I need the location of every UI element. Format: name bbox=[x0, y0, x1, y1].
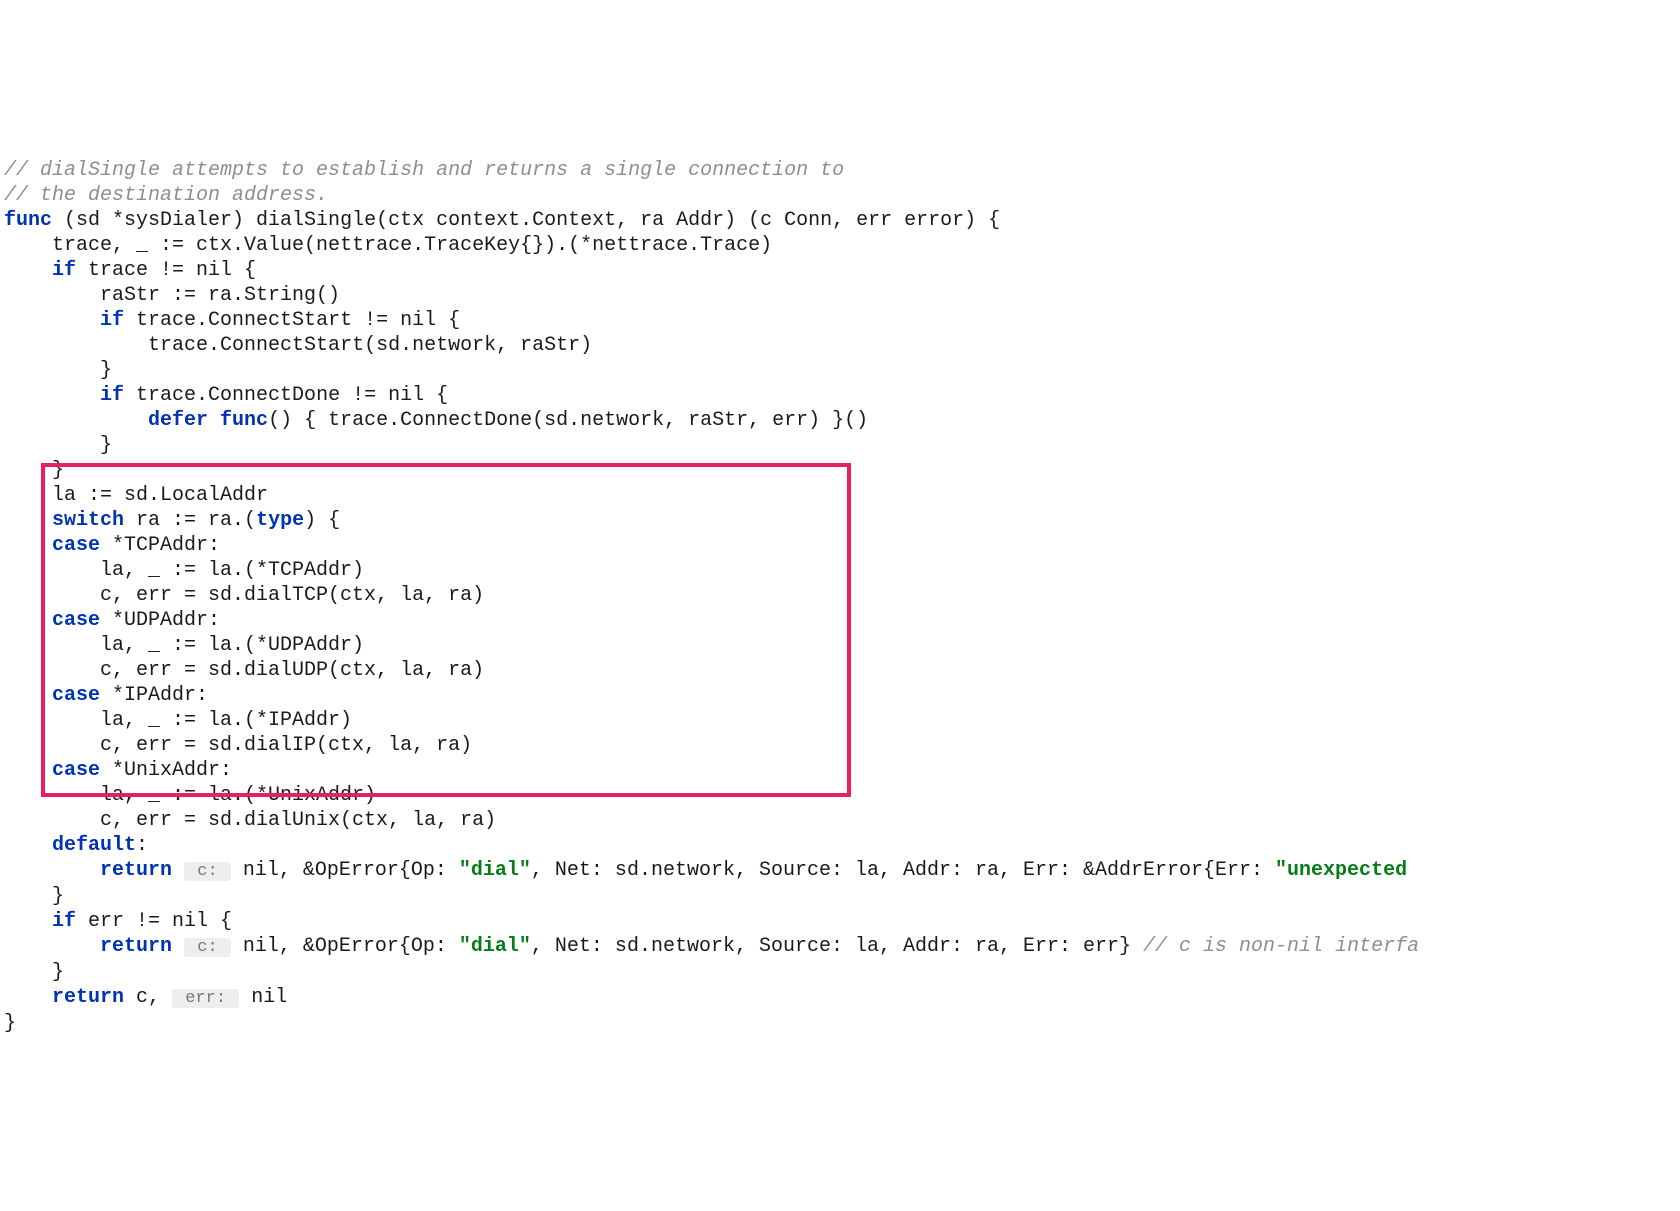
code-line: } bbox=[0, 960, 1680, 985]
code-line: case *UnixAddr: bbox=[0, 758, 1680, 783]
code-line: case *TCPAddr: bbox=[0, 533, 1680, 558]
code-line: c, err = sd.dialIP(ctx, la, ra) bbox=[0, 733, 1680, 758]
code-editor[interactable]: // dialSingle attempts to establish and … bbox=[0, 108, 1680, 1086]
code-line: if trace.ConnectStart != nil { bbox=[0, 308, 1680, 333]
code-line: } bbox=[0, 884, 1680, 909]
code-line: if trace.ConnectDone != nil { bbox=[0, 383, 1680, 408]
code-line: la := sd.LocalAddr bbox=[0, 483, 1680, 508]
code-line: case *IPAddr: bbox=[0, 683, 1680, 708]
code-line: // the destination address. bbox=[0, 183, 1680, 208]
code-line: } bbox=[0, 433, 1680, 458]
code-line: c, err = sd.dialUDP(ctx, la, ra) bbox=[0, 658, 1680, 683]
code-line: raStr := ra.String() bbox=[0, 283, 1680, 308]
code-line: case *UDPAddr: bbox=[0, 608, 1680, 633]
code-line: default: bbox=[0, 833, 1680, 858]
code-line: if trace != nil { bbox=[0, 258, 1680, 283]
code-line: trace, _ := ctx.Value(nettrace.TraceKey{… bbox=[0, 233, 1680, 258]
code-line: } bbox=[0, 1011, 1680, 1036]
code-line: c, err = sd.dialTCP(ctx, la, ra) bbox=[0, 583, 1680, 608]
code-line: } bbox=[0, 358, 1680, 383]
code-line: switch ra := ra.(type) { bbox=[0, 508, 1680, 533]
code-line: c, err = sd.dialUnix(ctx, la, ra) bbox=[0, 808, 1680, 833]
code-line: la, _ := la.(*IPAddr) bbox=[0, 708, 1680, 733]
code-line: defer func() { trace.ConnectDone(sd.netw… bbox=[0, 408, 1680, 433]
code-line: trace.ConnectStart(sd.network, raStr) bbox=[0, 333, 1680, 358]
code-line: return c: nil, &OpError{Op: "dial", Net:… bbox=[0, 858, 1680, 884]
code-line: func (sd *sysDialer) dialSingle(ctx cont… bbox=[0, 208, 1680, 233]
code-line: la, _ := la.(*UnixAddr) bbox=[0, 783, 1680, 808]
code-line: la, _ := la.(*TCPAddr) bbox=[0, 558, 1680, 583]
code-line: return c: nil, &OpError{Op: "dial", Net:… bbox=[0, 934, 1680, 960]
code-line: la, _ := la.(*UDPAddr) bbox=[0, 633, 1680, 658]
code-block: // dialSingle attempts to establish and … bbox=[0, 158, 1680, 1036]
code-line: return c, err: nil bbox=[0, 985, 1680, 1011]
code-line: // dialSingle attempts to establish and … bbox=[0, 158, 1680, 183]
code-line: if err != nil { bbox=[0, 909, 1680, 934]
code-line: } bbox=[0, 458, 1680, 483]
